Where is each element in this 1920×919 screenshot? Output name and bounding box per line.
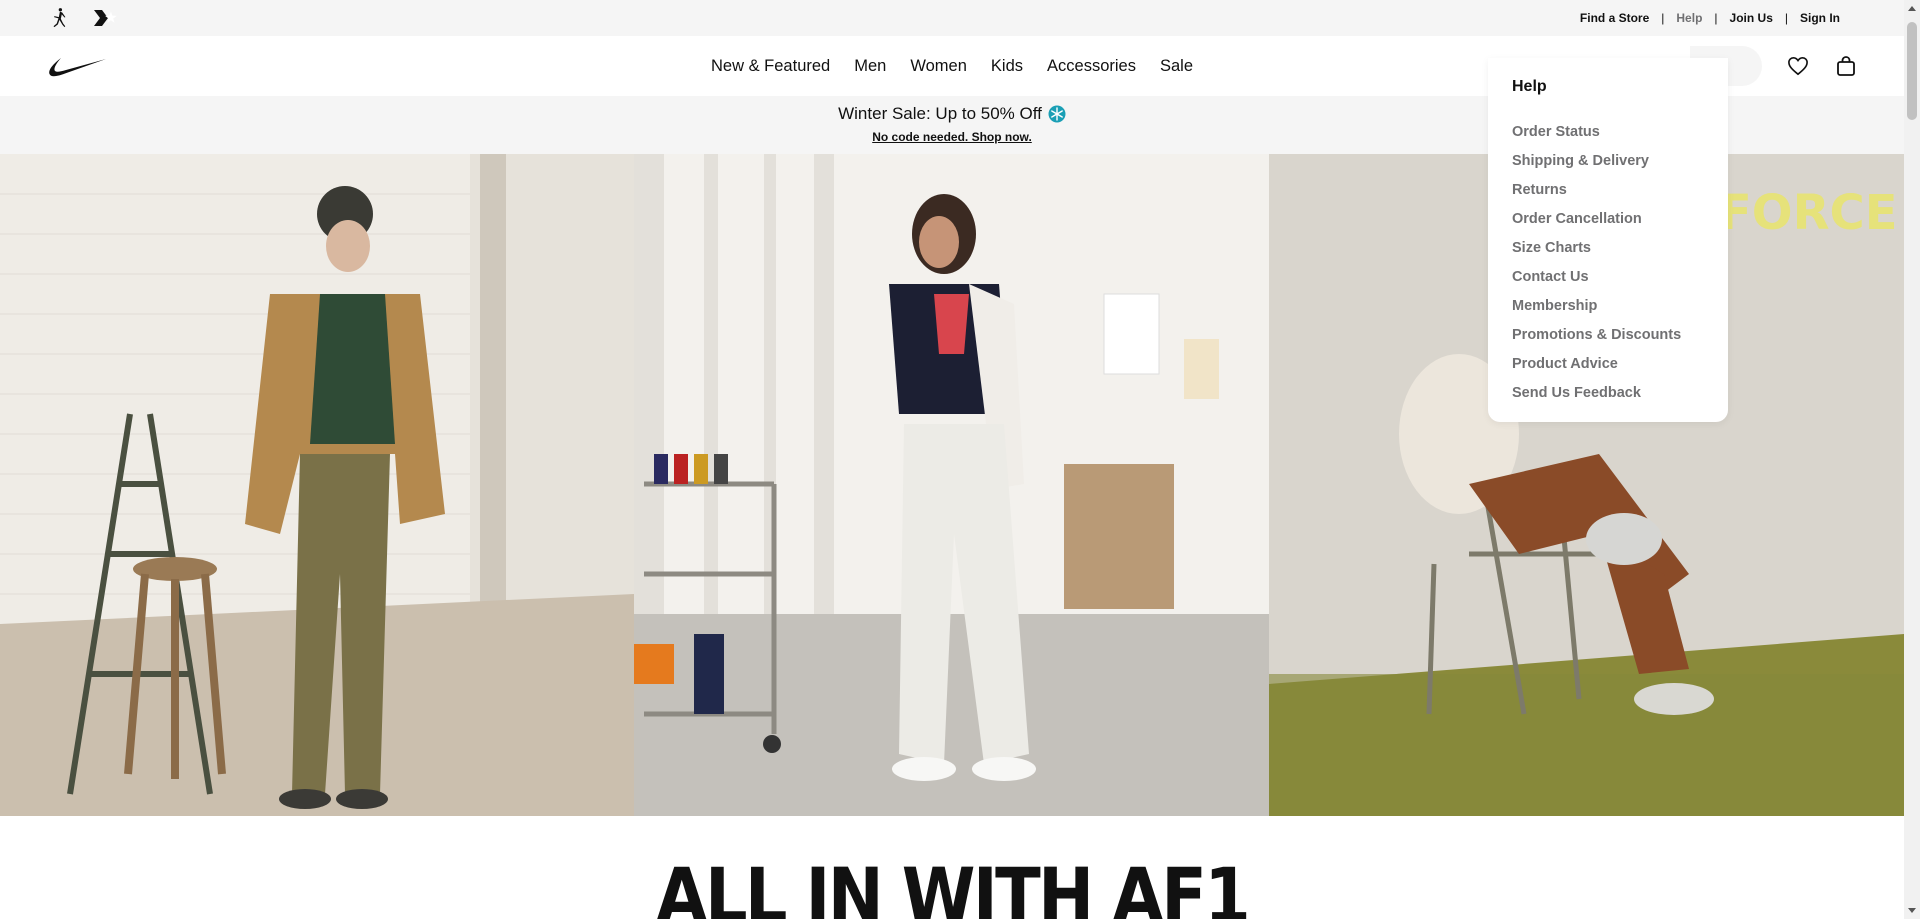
menu-women[interactable]: Women xyxy=(910,53,967,80)
help-dropdown: Help Order Status Shipping & Delivery Re… xyxy=(1488,58,1728,422)
hero-image-center[interactable] xyxy=(634,154,1269,816)
menu-men[interactable]: Men xyxy=(854,53,886,80)
help-item-size-charts[interactable]: Size Charts xyxy=(1512,238,1704,267)
sign-in-link[interactable]: Sign In xyxy=(1800,11,1840,25)
help-item-send-feedback[interactable]: Send Us Feedback xyxy=(1512,383,1704,412)
jordan-icon[interactable] xyxy=(48,7,70,29)
scrollbar-track[interactable] xyxy=(1904,0,1920,919)
help-item-contact-us[interactable]: Contact Us xyxy=(1512,267,1704,296)
find-a-store-link[interactable]: Find a Store xyxy=(1580,11,1649,25)
separator: | xyxy=(1784,11,1788,25)
scroll-up-icon[interactable] xyxy=(1904,0,1920,16)
nav-icons xyxy=(1786,54,1858,78)
menu-kids[interactable]: Kids xyxy=(991,53,1023,80)
air-force-logo-text: FORCE xyxy=(1719,185,1898,241)
help-link[interactable]: Help xyxy=(1676,11,1702,25)
help-item-membership[interactable]: Membership xyxy=(1512,296,1704,325)
menu-new-featured[interactable]: New & Featured xyxy=(711,53,830,80)
shop-now-link[interactable]: No code needed. Shop now. xyxy=(872,130,1032,144)
brand-icons xyxy=(48,0,120,36)
promo-title-text: Winter Sale: Up to 50% Off xyxy=(838,104,1042,123)
nike-swoosh-icon[interactable] xyxy=(47,54,107,83)
help-item-order-cancellation[interactable]: Order Cancellation xyxy=(1512,209,1704,238)
scrollbar-thumb[interactable] xyxy=(1907,22,1917,120)
converse-icon[interactable] xyxy=(92,7,120,29)
heart-icon[interactable] xyxy=(1786,54,1810,78)
hero-image-left[interactable] xyxy=(0,154,634,816)
menu-accessories[interactable]: Accessories xyxy=(1047,53,1136,80)
snowflake-icon xyxy=(1048,105,1066,123)
page-headline: ALL IN WITH AF1 xyxy=(655,851,1251,919)
help-item-promotions-discounts[interactable]: Promotions & Discounts xyxy=(1512,325,1704,354)
utility-bar: Find a Store | Help | Join Us | Sign In xyxy=(0,0,1904,36)
separator: | xyxy=(1661,11,1665,25)
bag-icon[interactable] xyxy=(1834,54,1858,78)
scroll-down-icon[interactable] xyxy=(1904,903,1920,919)
help-dropdown-title: Help xyxy=(1512,78,1547,95)
help-item-product-advice[interactable]: Product Advice xyxy=(1512,354,1704,383)
separator: | xyxy=(1714,11,1718,25)
menu-sale[interactable]: Sale xyxy=(1160,53,1193,80)
help-item-returns[interactable]: Returns xyxy=(1512,180,1704,209)
join-us-link[interactable]: Join Us xyxy=(1730,11,1773,25)
help-item-shipping-delivery[interactable]: Shipping & Delivery xyxy=(1512,151,1704,180)
help-item-order-status[interactable]: Order Status xyxy=(1512,122,1704,151)
utility-links: Find a Store | Help | Join Us | Sign In xyxy=(1580,0,1840,36)
